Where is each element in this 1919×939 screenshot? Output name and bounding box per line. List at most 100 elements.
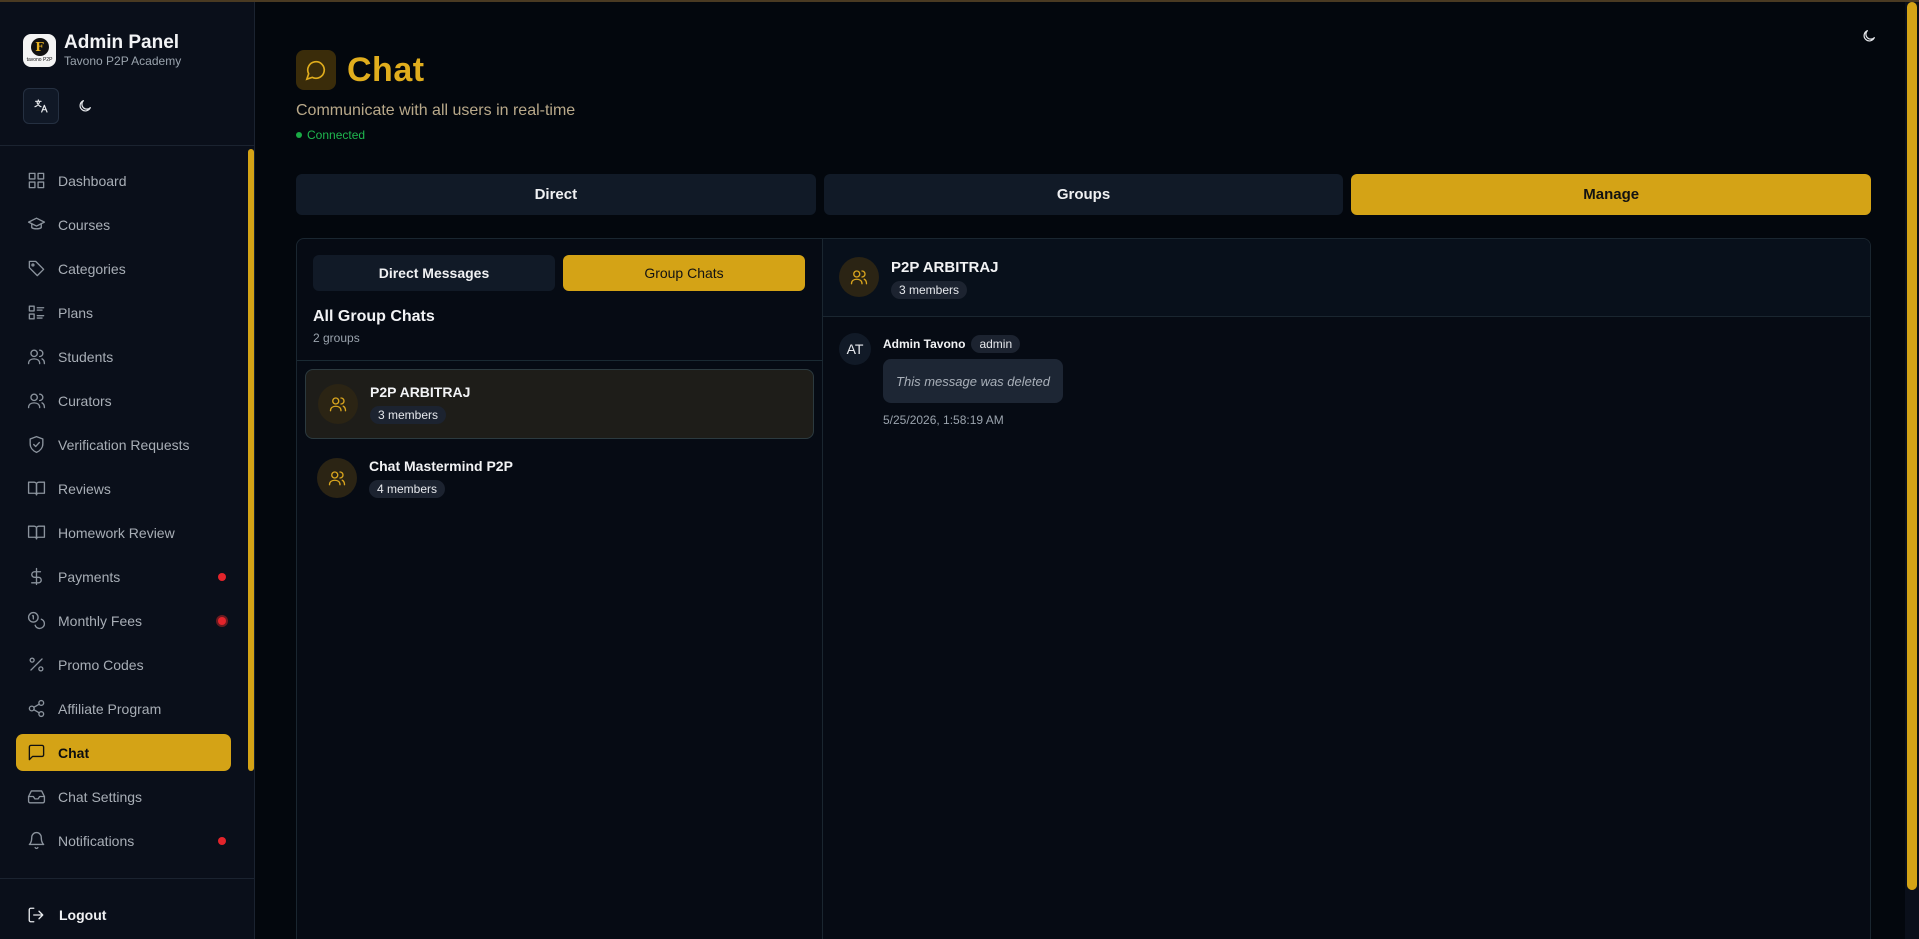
- message-bubble: This message was deleted: [883, 359, 1063, 403]
- tab-direct-messages[interactable]: Direct Messages: [313, 255, 555, 291]
- moon-icon: [1863, 30, 1875, 42]
- sidebar-item-courses[interactable]: Courses: [16, 206, 231, 243]
- sidebar-item-chat[interactable]: Chat: [16, 734, 231, 771]
- sidebar-item-label: Categories: [58, 260, 126, 277]
- page-scrollbar-thumb[interactable]: [1907, 2, 1917, 890]
- sidebar-item-dashboard[interactable]: Dashboard: [16, 162, 231, 199]
- sidebar-item-label: Plans: [58, 304, 94, 321]
- sidebar-item-verification-requests[interactable]: Verification Requests: [16, 426, 231, 463]
- sidebar: F tavono P2P Admin Panel Tavono P2P Acad…: [0, 2, 255, 939]
- sidebar-item-label: Chat Settings: [58, 788, 143, 805]
- book-open-icon: [27, 481, 46, 496]
- users-icon: [329, 397, 347, 412]
- dollar-icon: [31, 567, 42, 586]
- dashboard-icon: [28, 172, 45, 189]
- coins-icon: [27, 611, 46, 630]
- chat-name: P2P ARBITRAJ: [891, 259, 999, 276]
- shield-check-icon: [29, 435, 44, 454]
- sidebar-divider: [0, 878, 254, 879]
- list-divider: [297, 360, 823, 361]
- notification-dot: [218, 572, 226, 581]
- sidebar-item-homework-review[interactable]: Homework Review: [16, 514, 231, 551]
- users-icon: [328, 471, 346, 486]
- theme-toggle-button[interactable]: [1857, 24, 1881, 48]
- logo-word: tavono P2P: [26, 57, 53, 63]
- sidebar-item-chat-settings[interactable]: Chat Settings: [16, 778, 231, 815]
- role-badge: admin: [971, 335, 1021, 353]
- sidebar-item-label: Chat: [58, 744, 90, 761]
- sidebar-item-students[interactable]: Students: [16, 338, 231, 375]
- page-subtitle: Communicate with all users in real-time: [296, 102, 576, 119]
- users-icon: [27, 393, 46, 409]
- brand: F tavono P2P Admin Panel Tavono P2P Acad…: [23, 32, 181, 69]
- group-count: 2 groups: [313, 331, 360, 345]
- member-count-badge: 4 members: [369, 480, 446, 498]
- sidebar-item-curators[interactable]: Curators: [16, 382, 231, 419]
- page-scrollbar[interactable]: [1905, 2, 1919, 939]
- group-item-chat-mastermind-p2p[interactable]: Chat Mastermind P2P 4 members: [305, 443, 814, 513]
- page-title: Chat: [347, 50, 425, 89]
- brand-logo: F tavono P2P: [23, 34, 56, 67]
- sidebar-item-affiliate-program[interactable]: Affiliate Program: [16, 690, 231, 727]
- page-header: Chat: [296, 50, 425, 90]
- sidebar-divider: [0, 145, 254, 146]
- group-avatar: [317, 458, 357, 498]
- logout-label: Logout: [59, 907, 107, 923]
- sidebar-item-promo-codes[interactable]: Promo Codes: [16, 646, 231, 683]
- sidebar-item-label: Payments: [58, 568, 121, 585]
- sidebar-item-label: Monthly Fees: [58, 612, 143, 629]
- message-square-icon: [28, 744, 45, 761]
- sidebar-item-label: Verification Requests: [58, 436, 190, 453]
- sidebar-item-label: Curators: [58, 392, 112, 409]
- tag-icon: [28, 260, 45, 277]
- sidebar-item-plans[interactable]: Plans: [16, 294, 231, 331]
- sidebar-nav: Dashboard Courses Categories Plans Stude…: [16, 162, 231, 866]
- sidebar-item-label: Courses: [58, 216, 111, 233]
- graduation-cap-icon: [27, 217, 46, 230]
- chat-header: P2P ARBITRAJ 3 members: [823, 239, 1870, 317]
- group-item-p2p-arbitraj[interactable]: P2P ARBITRAJ 3 members: [305, 369, 814, 439]
- sidebar-item-label: Students: [58, 348, 114, 365]
- sidebar-item-label: Reviews: [58, 480, 111, 497]
- moon-icon: [79, 100, 91, 112]
- notification-dot: [218, 616, 226, 625]
- chat-tabs: Direct Groups Manage: [296, 174, 1872, 215]
- member-count-badge: 3 members: [370, 406, 447, 424]
- status-dot: [296, 132, 302, 138]
- logo-mark: F: [30, 38, 49, 56]
- share-icon: [28, 699, 45, 718]
- sidebar-item-payments[interactable]: Payments: [16, 558, 231, 595]
- percent-icon: [29, 657, 44, 672]
- chat-title-icon: [296, 50, 336, 90]
- message-timestamp: 5/25/2026, 1:58:19 AM: [883, 413, 1004, 427]
- sidebar-item-monthly-fees[interactable]: Monthly Fees: [16, 602, 231, 639]
- main-content: Chat Communicate with all users in real-…: [255, 2, 1919, 939]
- sidebar-item-categories[interactable]: Categories: [16, 250, 231, 287]
- tab-groups[interactable]: Groups: [823, 174, 1344, 215]
- language-button[interactable]: [23, 88, 59, 124]
- logout-button[interactable]: Logout: [16, 900, 106, 930]
- conversation-type-tabs: Direct Messages Group Chats: [313, 255, 805, 291]
- tab-manage[interactable]: Manage: [1351, 174, 1872, 215]
- sidebar-item-label: Affiliate Program: [58, 700, 162, 717]
- connection-status-label: Connected: [307, 128, 366, 142]
- users-icon: [850, 270, 868, 285]
- tab-direct[interactable]: Direct: [296, 174, 816, 215]
- users-icon: [27, 349, 46, 365]
- message-circle-icon: [305, 60, 326, 81]
- group-avatar: [839, 257, 879, 297]
- group-name: Chat Mastermind P2P: [369, 458, 513, 474]
- chat-view: P2P ARBITRAJ 3 members AT Admin Tavono a…: [823, 239, 1870, 939]
- tab-group-chats[interactable]: Group Chats: [563, 255, 805, 291]
- sidebar-item-label: Promo Codes: [58, 656, 144, 673]
- logout-icon: [28, 907, 44, 923]
- sidebar-theme-toggle[interactable]: [67, 88, 103, 124]
- sidebar-item-reviews[interactable]: Reviews: [16, 470, 231, 507]
- inbox-icon: [27, 790, 46, 804]
- brand-subtitle: Tavono P2P Academy: [64, 54, 182, 68]
- manage-panel: Direct Messages Group Chats All Group Ch…: [296, 238, 1871, 939]
- sidebar-item-notifications[interactable]: Notifications: [16, 822, 231, 859]
- sidebar-scrollbar[interactable]: [248, 149, 254, 771]
- bell-icon: [28, 831, 45, 850]
- avatar: AT: [839, 333, 871, 365]
